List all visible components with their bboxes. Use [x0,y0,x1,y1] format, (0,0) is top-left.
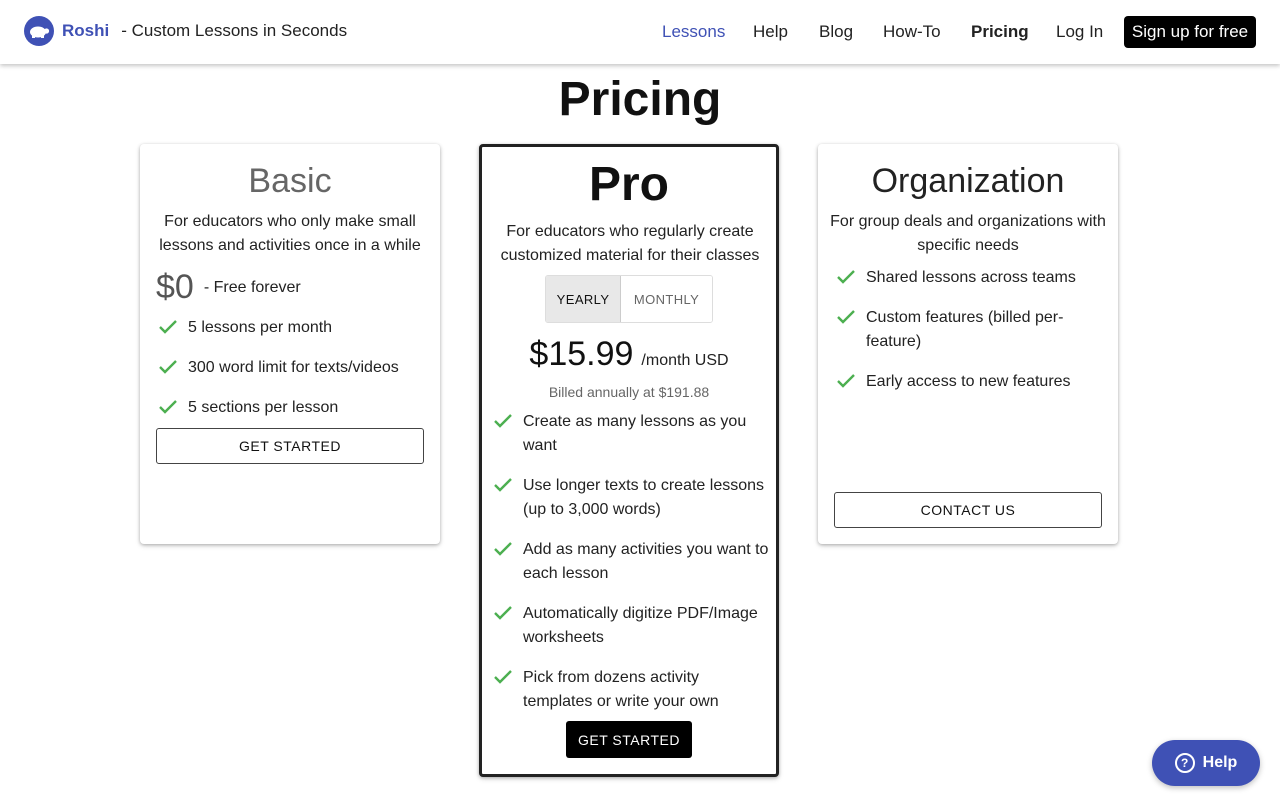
check-icon [493,410,515,458]
billing-period-toggle: YEARLY MONTHLY [545,275,713,323]
feature-text: Shared lessons across teams [866,269,1076,286]
feature-item: 5 sections per lesson [158,396,428,420]
feature-text: Add as many activities you want to each … [523,541,769,582]
nav-blog[interactable]: Blog [819,22,853,42]
brand-tagline: - Custom Lessons in Seconds [121,21,348,40]
feature-text: Automatically digitize PDF/Image workshe… [523,605,758,646]
sign-up-button[interactable]: Sign up for free [1124,16,1256,48]
plan-description: For educators who regularly create custo… [500,223,760,264]
plan-name: Organization [871,162,1065,200]
price-amount: $15.99 [529,335,634,373]
plan-price: $15.99 /month USD [482,335,776,374]
feature-item: Automatically digitize PDF/Image workshe… [493,602,773,650]
check-icon [836,370,858,394]
price-amount: $0 [156,268,194,306]
check-icon [493,538,515,586]
feature-text: 5 lessons per month [188,319,333,336]
price-note: - Free forever [203,278,301,296]
turtle-logo-icon [24,16,54,46]
feature-item: Pick from dozens activity templates or w… [493,666,743,714]
check-icon [158,356,180,380]
feature-text: 300 word limit for texts/videos [188,359,399,376]
feature-item: Use longer texts to create lessons (up t… [493,474,773,522]
feature-item: 5 lessons per month [158,316,428,340]
brand-name: Roshi [62,21,110,40]
feature-item: Create as many lessons as you want [493,410,773,458]
feature-item: Early access to new features [836,370,1106,394]
feature-text: Custom features (billed per-feature) [866,309,1064,350]
check-icon [493,474,515,522]
feature-item: Add as many activities you want to each … [493,538,773,586]
feature-text: Early access to new features [866,373,1071,390]
price-unit: /month USD [641,352,729,369]
check-icon [836,266,858,290]
feature-text: 5 sections per lesson [188,399,339,416]
billing-note: Billed annually at $191.88 [548,384,710,400]
nav-log-in[interactable]: Log In [1056,22,1103,42]
basic-get-started-button[interactable]: GET STARTED [156,428,424,464]
feature-text: Use longer texts to create lessons (up t… [523,477,765,518]
plan-name: Basic [248,162,332,200]
pro-get-started-button[interactable]: GET STARTED [566,721,692,758]
feature-text: Pick from dozens activity templates or w… [523,669,719,710]
nav-help[interactable]: Help [753,22,788,42]
check-icon [493,666,515,714]
help-button-label: Help [1202,754,1238,771]
nav-pricing[interactable]: Pricing [971,22,1029,42]
plan-card-basic: Basic For educators who only make small … [140,144,440,544]
help-chat-button[interactable]: ? Help [1152,740,1260,786]
toggle-monthly[interactable]: MONTHLY [621,276,712,322]
toggle-yearly[interactable]: YEARLY [546,276,622,322]
plan-description: For group deals and organizations with s… [830,213,1106,254]
check-icon [836,306,858,354]
plan-price: $0 - Free forever [156,268,301,307]
brand[interactable]: Roshi - Custom Lessons in Seconds [24,16,347,46]
check-icon [493,602,515,650]
plan-name: Pro [588,158,669,211]
feature-item: Shared lessons across teams [836,266,1106,290]
feature-text: Create as many lessons as you want [523,413,747,454]
nav-how-to[interactable]: How-To [883,22,941,42]
question-icon: ? [1174,753,1195,773]
page-title: Pricing [558,73,722,126]
feature-item: Custom features (billed per-feature) [836,306,1076,354]
plan-card-organization: Organization For group deals and organiz… [818,144,1118,544]
check-icon [158,396,180,420]
contact-us-button[interactable]: CONTACT US [834,492,1102,528]
nav-lessons[interactable]: Lessons [662,22,725,42]
plan-description: For educators who only make small lesson… [159,213,421,254]
site-header: Roshi - Custom Lessons in Seconds Lesson… [0,0,1280,64]
check-icon [158,316,180,340]
plan-card-pro: Pro For educators who regularly create c… [479,144,779,777]
feature-item: 300 word limit for texts/videos [158,356,428,380]
